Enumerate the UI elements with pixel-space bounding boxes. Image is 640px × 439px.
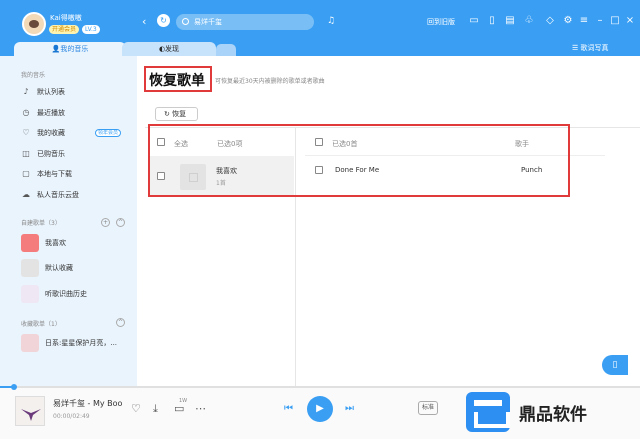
- tab-my-music[interactable]: 👤我的音乐: [14, 42, 126, 56]
- bird-thumb-icon: [21, 285, 39, 303]
- playlist-label: 默认收藏: [45, 264, 73, 272]
- restore-button[interactable]: ↻ 恢复: [155, 107, 198, 121]
- collapse-icon[interactable]: ^: [116, 218, 125, 227]
- play-time: 00:00/02:49: [53, 413, 90, 420]
- lyrics-photo-button[interactable]: ☰ 歌词写真: [572, 43, 609, 53]
- tab-my-music-label: 我的音乐: [60, 45, 89, 53]
- list-highlight-box: [148, 124, 570, 197]
- phone-icon[interactable]: ▯: [486, 15, 498, 26]
- sidebar-section-my-music: 我的音乐: [21, 72, 46, 79]
- sidebar-item-local[interactable]: ▢ 本地与下载: [20, 166, 130, 182]
- gear-icon[interactable]: ⚙: [562, 15, 574, 26]
- level-badge: LV.3: [82, 25, 100, 34]
- like-icon[interactable]: ♡: [131, 402, 141, 415]
- add-playlist-icon[interactable]: +: [101, 218, 110, 227]
- now-playing-title[interactable]: 易烊千玺 - My Boo: [53, 398, 122, 409]
- folder-icon: ▢: [22, 169, 30, 178]
- play-button[interactable]: ▶: [307, 396, 333, 422]
- sidebar-section-created: 自建歌单（3）: [21, 220, 61, 227]
- previous-icon[interactable]: ⏮: [284, 403, 293, 414]
- heart-thumb-icon: [21, 234, 39, 252]
- mobile-float-icon[interactable]: ▯: [602, 355, 628, 375]
- list-icon: ♪: [23, 87, 29, 96]
- sidebar-item-label: 默认列表: [37, 88, 65, 96]
- download-icon[interactable]: ⤓: [153, 402, 158, 416]
- quality-button[interactable]: 标准: [418, 401, 438, 415]
- restore-icon: ↻: [164, 110, 173, 118]
- minimize-icon[interactable]: –: [594, 15, 606, 26]
- avatar[interactable]: [22, 12, 46, 36]
- message-icon[interactable]: ▤: [504, 15, 516, 26]
- maximize-icon[interactable]: □: [609, 15, 621, 26]
- sidebar-item-purchased[interactable]: ◫ 已购音乐: [20, 146, 130, 162]
- sidebar-item-cloud[interactable]: ☁ 私人音乐云盘: [20, 187, 130, 203]
- search-input[interactable]: 易烊千玺: [176, 14, 314, 30]
- skin-icon[interactable]: ♧: [523, 15, 535, 26]
- back-arrow-icon[interactable]: ‹: [142, 15, 146, 28]
- title-highlight-box: [144, 66, 212, 92]
- collapse-collected-icon[interactable]: ^: [116, 318, 125, 327]
- search-text: 易烊千玺: [194, 18, 222, 26]
- refresh-icon[interactable]: ↻: [157, 14, 170, 27]
- vip-tag[interactable]: 领年会员: [95, 129, 122, 137]
- old-version-link[interactable]: 回到旧版: [427, 17, 455, 27]
- heart-icon: ♡: [22, 128, 30, 137]
- close-icon[interactable]: ×: [624, 15, 636, 26]
- sidebar-playlist-default[interactable]: 默认收藏: [21, 258, 133, 278]
- progress-handle[interactable]: [11, 384, 17, 390]
- playlist-label: 听歌识曲历史: [45, 290, 87, 298]
- playlist-label: 我喜欢: [45, 239, 66, 247]
- sidebar-playlist-history[interactable]: 听歌识曲历史: [21, 284, 133, 304]
- bird-icon: [21, 409, 41, 421]
- tab-bar: 👤我的音乐 ◐发现 ☰ 歌词写真: [0, 42, 640, 56]
- clock-icon: ◷: [22, 108, 30, 117]
- comment-icon[interactable]: ▭: [174, 402, 184, 415]
- sidebar-section-collected: 收藏歌单（1）: [21, 321, 61, 328]
- restore-label: 恢复: [172, 110, 187, 118]
- sidebar-playlist-collected[interactable]: 日系:星星保护月亮，...: [21, 333, 133, 353]
- screen-icon[interactable]: ▭: [468, 15, 480, 26]
- tab-discover-label: 发现: [165, 45, 180, 53]
- tab-extra[interactable]: [216, 44, 236, 56]
- sidebar-playlist-liked[interactable]: 我喜欢: [21, 233, 133, 253]
- main-content: [137, 56, 640, 386]
- anime-thumb: [21, 334, 39, 352]
- lyrics-photo-label: 歌词写真: [580, 44, 609, 52]
- more-icon[interactable]: ⋯: [195, 402, 206, 415]
- vip-badge[interactable]: 开通会员: [49, 25, 80, 34]
- sidebar-item-label: 私人音乐云盘: [37, 191, 79, 199]
- sidebar-item-label: 本地与下载: [37, 170, 72, 178]
- playlist-thumb: [21, 259, 39, 277]
- tab-discover[interactable]: ◐发现: [122, 42, 216, 56]
- progress-bar[interactable]: [0, 386, 640, 388]
- sidebar-item-label: 我的收藏: [37, 129, 65, 137]
- search-icon: [182, 18, 189, 25]
- sidebar-item-recent[interactable]: ◷ 最近播放: [20, 105, 130, 121]
- playlist-label: 日系:星星保护月亮，...: [45, 339, 118, 347]
- menu-icon[interactable]: ≡: [578, 15, 590, 26]
- bag-icon: ◫: [22, 149, 30, 158]
- listen-identify-icon[interactable]: ♫: [327, 16, 335, 26]
- sidebar-item-default-list[interactable]: ♪ 默认列表: [20, 84, 130, 100]
- watermark-text: 鼎品软件: [519, 405, 587, 425]
- sidebar-item-label: 最近播放: [37, 109, 65, 117]
- watermark-logo: [466, 392, 510, 432]
- next-icon[interactable]: ⏭: [345, 403, 354, 414]
- shirt-icon[interactable]: ◇: [544, 15, 556, 26]
- cloud-icon: ☁: [22, 190, 30, 199]
- album-cover[interactable]: [15, 396, 45, 426]
- page-subtitle: 可恢复最近30天内被删除的歌单或者歌曲: [215, 78, 325, 85]
- username[interactable]: Kai得嗷嗷: [50, 13, 82, 23]
- sidebar-item-label: 已购音乐: [37, 150, 65, 158]
